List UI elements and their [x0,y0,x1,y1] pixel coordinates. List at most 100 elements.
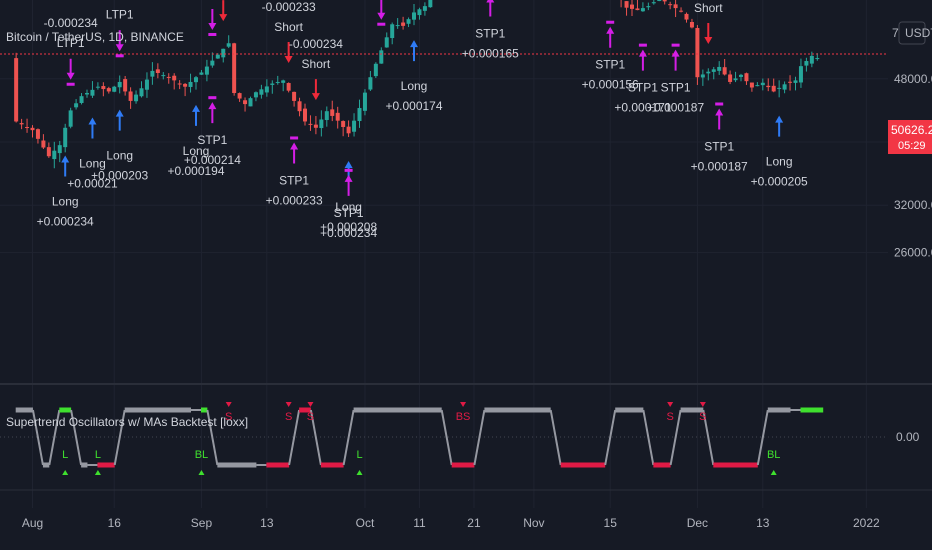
candle-body [428,0,433,8]
stp-label: STP1 [595,58,625,72]
candle-body [270,83,275,85]
short-label: Short [302,57,331,71]
candle-body [809,55,814,64]
candle-body [226,43,231,47]
candle-body [395,25,400,27]
candle-body [106,88,111,92]
x-tick-label: Nov [523,516,544,530]
signal-text: S [285,411,292,423]
candle-body [657,0,662,2]
candle-body [232,43,237,94]
candle[interactable] [657,0,662,2]
candle-body [259,89,264,95]
candle-body [804,61,809,66]
candle-body [324,111,329,121]
candle-body [79,96,84,103]
candle-body [749,82,754,88]
candle-body [139,88,144,97]
candle-body [733,78,738,81]
candle-body [319,119,324,129]
candle-body [357,108,362,122]
candle-body [281,80,286,83]
candle-body [362,92,367,111]
candle[interactable] [112,85,117,93]
candle-body [52,150,57,160]
candle[interactable] [14,52,19,123]
stp-bar-icon [715,102,724,106]
candle-body [237,93,242,99]
candle-body [717,66,722,71]
candle-body [788,81,793,83]
candle[interactable] [373,62,378,78]
candle-body [668,4,673,6]
candle-body [134,94,139,102]
candle-body [406,19,411,24]
candle-body [401,22,406,26]
signal-text: S [699,411,706,423]
short-value: -0.000234 [289,37,343,51]
x-tick-label: Aug [22,516,43,530]
last-price-badge: 50626.25 05:29 [888,120,932,154]
stp-bar-icon [638,43,647,47]
candle-body [728,74,733,82]
candle-body [14,58,19,122]
candle-body [630,4,634,9]
candle-body [85,93,89,95]
candle-body [35,129,40,139]
candle-body [183,83,188,87]
candle-body [711,69,716,72]
candle-body [384,37,389,48]
candle-body [30,127,35,131]
candle-body [123,79,128,92]
price-chart[interactable]: Long+0.000234Long+0.00021Long+0.000203Lo… [0,0,932,550]
long-label: Long [766,155,793,169]
candle-body [760,82,765,86]
candle-body [172,75,177,81]
ltp-bar-icon [208,32,217,36]
stp-value: +0.000234 [320,226,377,240]
candle[interactable] [428,0,433,8]
ltp-value: -0.000234 [44,16,98,30]
candle-body [679,10,684,12]
candle-body [689,21,694,28]
stp-value: +0.000214 [184,153,241,167]
candle-body [144,79,149,90]
x-tick-label: 15 [604,516,618,530]
ltp-bar-icon [66,82,75,86]
candle-body [253,92,258,98]
currency-label[interactable]: USDT [905,26,932,40]
candle-body [46,147,51,157]
indicator-title: Supertrend Oscillators w/ MAs Backtest [… [6,415,248,429]
candle[interactable] [232,42,237,96]
signal-text: S [666,411,673,423]
candle-body [352,120,357,132]
stp-value: +0.000187 [647,101,704,115]
candle-body [739,74,743,77]
candle[interactable] [68,107,73,129]
price-badge-value: 50626.25 [891,123,932,137]
candle-body [390,24,395,39]
candle-body [177,83,182,85]
candle-body [155,69,160,74]
candle-body [112,86,117,92]
candle-body [275,81,280,83]
signal-text: L [62,449,68,461]
candle-body [68,110,73,127]
candle-body [57,145,62,154]
candle-body [74,103,79,108]
candle-body [264,86,269,93]
candle-body [368,77,373,90]
signal-text: S [307,411,314,423]
candle-body [793,80,798,83]
candle-body [422,6,427,11]
candle-body [722,67,727,75]
candle-body [379,50,384,64]
candle-body [199,72,204,75]
candle-body [41,140,46,148]
stp-label: STP1 [661,81,691,95]
candle-body [101,86,106,90]
candle-body [695,28,700,78]
candle-body [777,87,782,89]
candle[interactable] [695,25,700,85]
x-tick-label: 2022 [853,516,880,530]
